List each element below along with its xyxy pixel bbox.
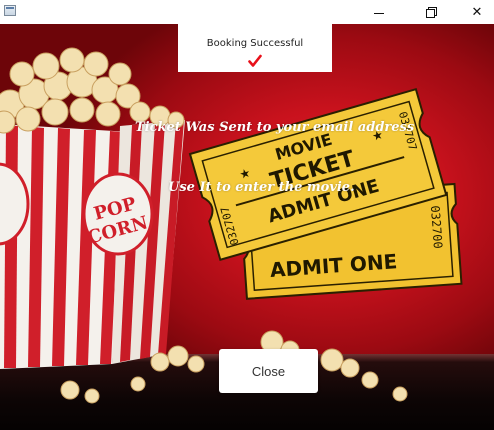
popcorn-box-illustration: POP CORN [0,47,185,369]
background-scene: ADMIT ONE 032700 MOVIE TICKET ADMIT ONE … [0,24,494,430]
window-close-button[interactable]: ✕ [454,0,494,24]
minimize-icon [374,12,384,14]
booking-status-panel: Booking Successful [178,24,332,72]
close-icon: ✕ [471,4,483,20]
close-button[interactable]: Close [219,349,318,393]
checkmark-icon [248,54,262,67]
window-titlebar: ✕ [0,0,494,24]
app-icon [4,5,16,16]
restore-button[interactable] [408,0,454,24]
enter-movie-message: Use It to enter the movie. [168,180,355,195]
restore-icon [426,7,437,18]
ticket-sent-message: Ticket Was Sent to your email address [135,120,415,135]
minimize-button[interactable] [356,0,402,24]
booking-status-title: Booking Successful [206,38,304,49]
